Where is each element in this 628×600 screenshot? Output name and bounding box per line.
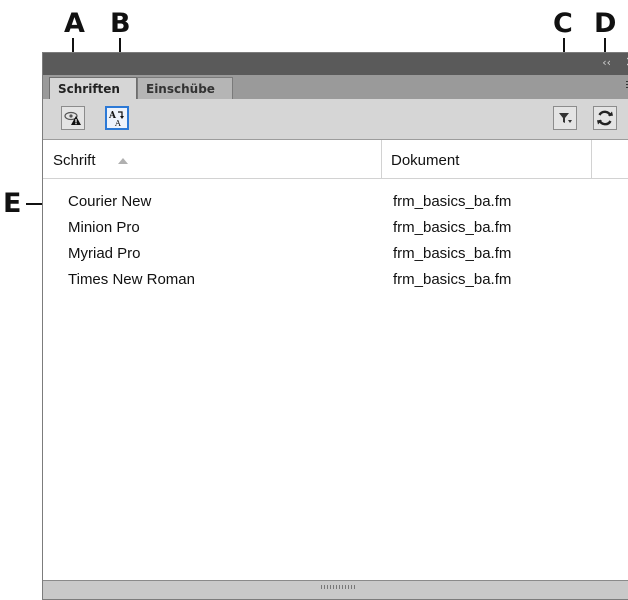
document-name: frm_basics_ba.fm [393,245,512,262]
column-document[interactable]: Dokument [381,140,591,178]
callout-c: C [553,8,573,39]
hide-warning-button[interactable] [61,106,85,130]
replace-font-button[interactable]: A A [105,106,129,130]
resize-grip[interactable] [321,585,355,589]
font-name: Minion Pro [68,219,140,236]
sort-ascending-icon [117,158,128,165]
column-font[interactable]: Schrift [43,140,381,178]
font-list: Courier New frm_basics_ba.fm Minion Pro … [43,193,628,297]
callout-b: B [110,8,131,39]
callout-d: D [594,8,617,39]
fonts-panel: ‹‹ × Schriften Einschübe A A [42,52,628,600]
refresh-button[interactable] [593,106,617,130]
font-name: Myriad Pro [68,245,141,262]
collapse-icon[interactable]: ‹‹ [602,56,611,69]
refresh-icon [597,110,613,126]
list-item[interactable]: Myriad Pro frm_basics_ba.fm [43,245,628,271]
document-name: frm_basics_ba.fm [393,219,512,236]
svg-text:A: A [114,119,121,127]
font-replace-icon: A A [108,111,124,127]
document-name: frm_basics_ba.fm [393,271,512,288]
column-header: Schrift Dokument [43,140,628,179]
column-font-label: Schrift [53,152,96,169]
callout-a: A [64,8,85,39]
panel-titlebar[interactable]: ‹‹ × [43,53,628,75]
tab-einschuebe[interactable]: Einschübe [137,77,233,99]
callout-e: E [3,188,22,219]
document-name: frm_basics_ba.fm [393,193,512,210]
hide-warning-icon [64,111,81,125]
tab-bar: Schriften Einschübe [43,75,628,99]
panel-toolbar: A A [43,99,628,140]
panel-footer [43,580,628,599]
filter-button[interactable] [553,106,577,130]
list-item[interactable]: Times New Roman frm_basics_ba.fm [43,271,628,297]
column-document-label: Dokument [391,152,460,169]
column-divider[interactable] [591,140,592,178]
font-name: Courier New [68,193,152,210]
tab-schriften[interactable]: Schriften [49,77,137,99]
list-item[interactable]: Minion Pro frm_basics_ba.fm [43,219,628,245]
font-name: Times New Roman [68,271,195,288]
filter-icon [559,113,572,123]
list-item[interactable]: Courier New frm_basics_ba.fm [43,193,628,219]
